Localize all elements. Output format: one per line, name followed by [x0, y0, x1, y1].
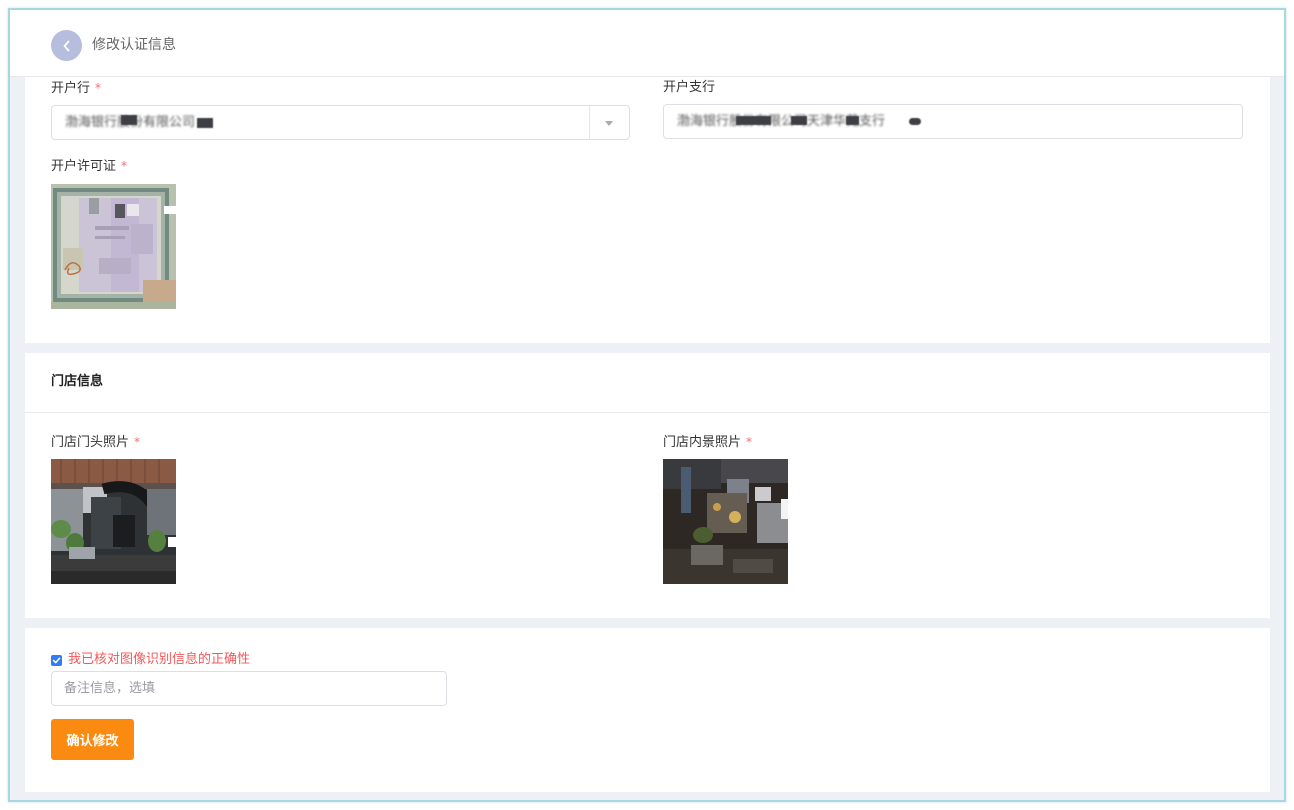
license-label: 开户许可证 *: [51, 157, 127, 176]
storefront-photo-label: 门店门头照片 *: [51, 433, 140, 452]
confirm-checkbox-label[interactable]: 我已核对图像识别信息的正确性: [68, 651, 250, 669]
storefront-photo[interactable]: [51, 459, 176, 584]
chevron-left-icon: [63, 40, 69, 51]
required-mark: *: [95, 81, 102, 95]
page-title: 修改认证信息: [92, 37, 176, 53]
app-window: 修改认证信息 开户行 * 渤海银行股份有限公司 开户支行 渤海银行股份有限公司天津…: [8, 8, 1286, 802]
redaction-block: [846, 116, 859, 125]
interior-photo-label-text: 门店内景照片: [663, 435, 742, 450]
redaction-block: [791, 116, 807, 125]
section-divider: [25, 412, 1270, 413]
storefront-photo-label-text: 门店门头照片: [51, 435, 130, 450]
store-info-card: 门店信息 门店门头照片 * 门店内景照片 *: [25, 353, 1270, 618]
back-button[interactable]: [51, 30, 82, 61]
caret-down-icon[interactable]: [605, 121, 613, 126]
bank-label-text: 开户行: [51, 81, 91, 96]
bank-label: 开户行 *: [51, 79, 101, 98]
interior-photo[interactable]: [663, 459, 788, 584]
redaction-block: [121, 115, 137, 125]
required-mark: *: [121, 159, 128, 173]
redaction-block: [197, 118, 213, 128]
license-photo[interactable]: [51, 184, 176, 309]
redaction-block: [909, 118, 921, 125]
select-divider: [589, 106, 590, 139]
remark-input[interactable]: [51, 671, 447, 706]
section-title: 门店信息: [51, 374, 104, 389]
confirm-submit-button[interactable]: 确认修改: [51, 719, 134, 760]
license-label-text: 开户许可证: [51, 159, 117, 174]
confirm-checkbox[interactable]: [51, 655, 62, 666]
checkmark-icon: [52, 657, 61, 664]
page-header: 修改认证信息: [10, 10, 1284, 77]
bank-info-card: 开户行 * 渤海银行股份有限公司 开户支行 渤海银行股份有限公司天津华苑支行 开户…: [25, 77, 1270, 343]
required-mark: *: [134, 435, 141, 449]
bank-select[interactable]: 渤海银行股份有限公司: [51, 105, 630, 140]
branch-label: 开户支行: [663, 80, 716, 95]
interior-photo-label: 门店内景照片 *: [663, 433, 752, 452]
required-mark: *: [746, 435, 753, 449]
confirm-card: 我已核对图像识别信息的正确性 确认修改: [25, 628, 1270, 792]
redaction-block: [736, 116, 771, 125]
branch-input[interactable]: 渤海银行股份有限公司天津华苑支行: [663, 104, 1243, 139]
